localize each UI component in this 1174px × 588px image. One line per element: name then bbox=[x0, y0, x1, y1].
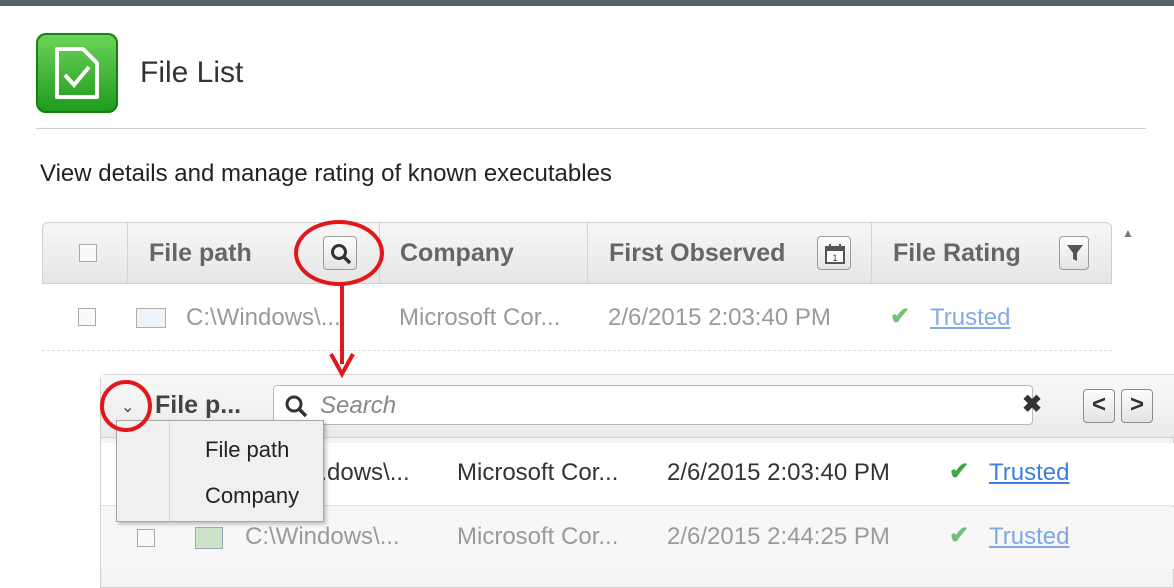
row-rating-link[interactable]: Trusted bbox=[989, 523, 1069, 551]
header-separator bbox=[871, 223, 872, 283]
check-icon: ✔ bbox=[890, 303, 911, 330]
row-company: Microsoft Cor... bbox=[399, 304, 561, 331]
page-title: File List bbox=[140, 56, 244, 89]
file-type-icon bbox=[195, 527, 223, 549]
row-first-observed: 2/6/2015 2:44:25 PM bbox=[667, 523, 890, 550]
row-checkbox[interactable] bbox=[78, 308, 96, 326]
search-scope-dropdown: File path Company bbox=[116, 420, 324, 522]
previous-button[interactable]: < bbox=[1083, 389, 1115, 423]
annotation-arrowhead bbox=[329, 353, 355, 378]
file-list-icon bbox=[36, 33, 118, 113]
scroll-up-icon[interactable]: ▲ bbox=[1122, 226, 1134, 240]
page-subtitle: View details and manage rating of known … bbox=[40, 160, 612, 187]
select-all-checkbox[interactable] bbox=[79, 244, 97, 262]
header-separator bbox=[587, 223, 588, 283]
row-checkbox[interactable] bbox=[137, 529, 155, 547]
filter-icon[interactable] bbox=[1059, 236, 1089, 270]
row-first-observed: 2/6/2015 2:03:40 PM bbox=[667, 459, 890, 486]
check-icon: ✔ bbox=[949, 522, 970, 549]
divider bbox=[36, 128, 1146, 129]
column-file-rating[interactable]: File Rating bbox=[893, 223, 1021, 283]
dropdown-gutter bbox=[117, 421, 170, 521]
row-rating-link[interactable]: Trusted bbox=[989, 459, 1069, 487]
svg-text:1: 1 bbox=[832, 253, 837, 263]
search-input[interactable] bbox=[318, 390, 962, 422]
column-company[interactable]: Company bbox=[400, 223, 514, 283]
file-type-icon bbox=[136, 308, 166, 328]
row-company: Microsoft Cor... bbox=[457, 459, 619, 486]
row-file-path: C:\Windows\... bbox=[245, 523, 400, 550]
next-button[interactable]: > bbox=[1121, 389, 1153, 423]
row-file-path: C:\Windows\... bbox=[186, 304, 341, 331]
dropdown-option-file-path[interactable]: File path bbox=[205, 437, 289, 463]
check-icon: ✔ bbox=[949, 458, 970, 485]
search-field[interactable]: ✖ bbox=[273, 385, 1042, 425]
column-file-path[interactable]: File path bbox=[149, 223, 252, 283]
search-scope-label[interactable]: File p... bbox=[155, 391, 241, 420]
calendar-icon[interactable]: 1 bbox=[817, 236, 851, 270]
table-row[interactable]: C:\Windows\... Microsoft Cor... 2/6/2015… bbox=[42, 284, 1112, 351]
row-rating-link[interactable]: Trusted bbox=[930, 304, 1010, 332]
table-header: File path Company First Observed 1 File … bbox=[42, 222, 1112, 284]
annotation-circle bbox=[100, 380, 152, 432]
search-icon bbox=[285, 395, 308, 418]
header-separator bbox=[127, 223, 128, 283]
annotation-circle bbox=[294, 220, 384, 286]
row-company: Microsoft Cor... bbox=[457, 523, 619, 550]
row-first-observed: 2/6/2015 2:03:40 PM bbox=[608, 304, 831, 331]
dropdown-option-company[interactable]: Company bbox=[205, 483, 299, 509]
clear-icon[interactable]: ✖ bbox=[1022, 390, 1042, 419]
top-border bbox=[0, 0, 1174, 6]
column-first-observed[interactable]: First Observed bbox=[609, 223, 785, 283]
